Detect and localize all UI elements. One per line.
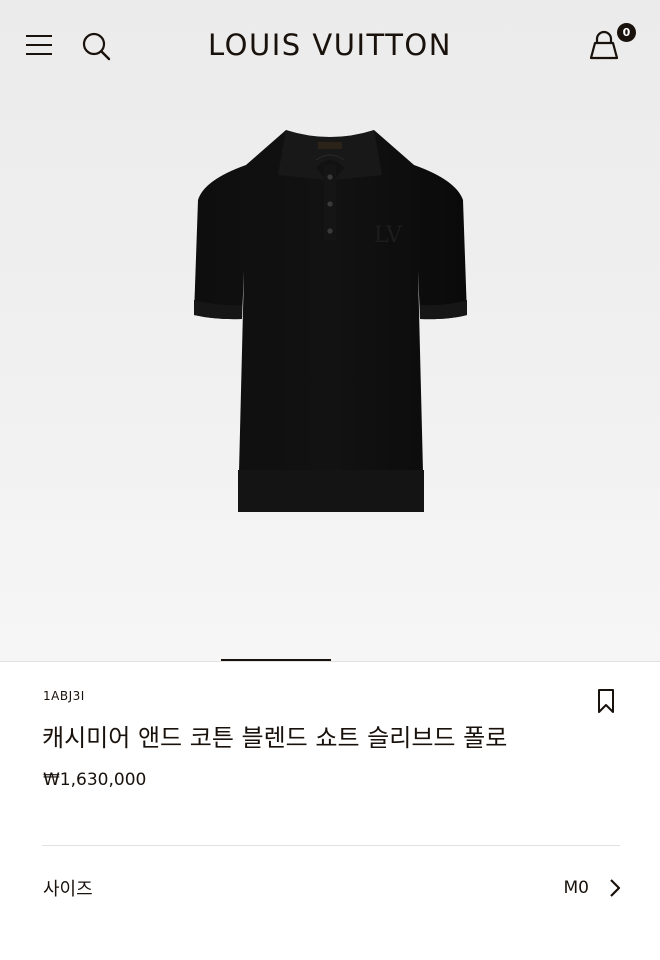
menu-icon (26, 35, 52, 55)
menu-button[interactable] (24, 30, 54, 60)
wishlist-button[interactable] (594, 688, 618, 714)
bookmark-icon (598, 689, 614, 713)
size-label: 사이즈 (43, 879, 93, 900)
size-value: M0 (563, 878, 589, 898)
product-price: ₩1,630,000 (43, 770, 147, 790)
section-divider (42, 845, 620, 846)
product-gallery: LOUIS VUITTON 0 LV (0, 0, 660, 662)
search-button[interactable] (80, 30, 112, 62)
product-image[interactable]: LV (186, 120, 474, 520)
brand-logo[interactable]: LOUIS VUITTON (160, 26, 500, 64)
size-selector[interactable]: 사이즈 M0 (42, 861, 622, 913)
gallery-divider (0, 661, 660, 662)
product-title: 캐시미어 앤드 코튼 블렌드 쇼트 슬리브드 폴로 (42, 724, 508, 752)
product-sku: 1ABJ3I (43, 689, 85, 703)
search-icon (82, 32, 111, 61)
cart-count-badge: 0 (617, 23, 636, 42)
svg-text:LV: LV (374, 223, 403, 248)
chevron-right-icon (610, 879, 621, 897)
product-page: LOUIS VUITTON 0 LV 1ABJ3I 캐시미어 앤드 코튼 블렌드… (0, 0, 660, 960)
site-header: LOUIS VUITTON 0 (0, 0, 660, 92)
